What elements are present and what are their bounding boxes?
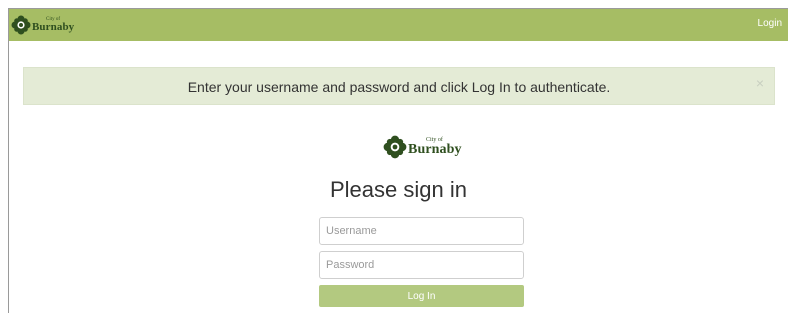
form-logo-text: City of Burnaby bbox=[408, 137, 462, 157]
password-input[interactable] bbox=[319, 251, 524, 279]
logo-burnaby: Burnaby bbox=[32, 21, 75, 33]
close-icon[interactable]: × bbox=[756, 76, 764, 90]
header-logo-text: City of Burnaby bbox=[32, 17, 74, 33]
form-logo: City of Burnaby bbox=[383, 133, 462, 161]
page-title: Please sign in bbox=[330, 177, 467, 202]
flower-icon bbox=[383, 135, 407, 159]
header-logo[interactable]: City of Burnaby bbox=[11, 13, 74, 37]
info-alert: Enter your username and password and cli… bbox=[23, 67, 775, 105]
login-button[interactable]: Log In bbox=[319, 285, 524, 307]
form-logo-burnaby: Burnaby bbox=[408, 142, 462, 157]
username-input[interactable] bbox=[319, 217, 524, 245]
browser-viewport: City of Burnaby Login Enter your usernam… bbox=[8, 8, 788, 313]
flower-icon bbox=[11, 15, 31, 35]
login-link[interactable]: Login bbox=[758, 18, 782, 29]
alert-message: Enter your username and password and cli… bbox=[187, 79, 611, 95]
top-navbar: City of Burnaby Login bbox=[9, 9, 788, 41]
